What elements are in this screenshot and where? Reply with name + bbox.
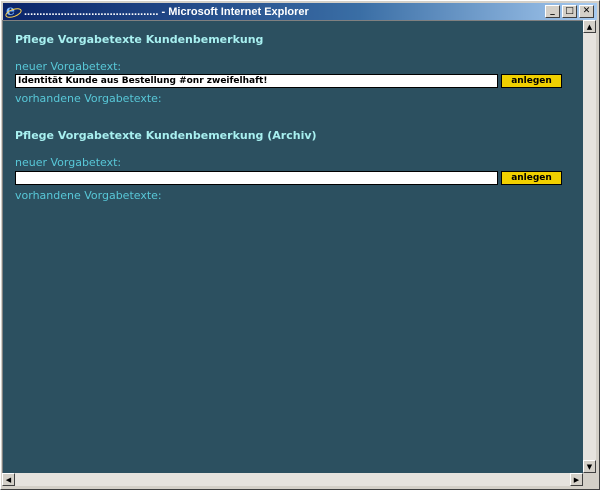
- archive-existing-texts-label: vorhandene Vorgabetexte:: [15, 189, 162, 202]
- create-button[interactable]: anlegen: [501, 74, 562, 88]
- archive-new-text-label: neuer Vorgabetext:: [15, 156, 122, 169]
- section-title-archive: Pflege Vorgabetexte Kundenbemerkung (Arc…: [15, 129, 317, 142]
- new-text-label: neuer Vorgabetext:: [15, 60, 122, 73]
- close-button[interactable]: ✕: [579, 5, 594, 18]
- vertical-scrollbar[interactable]: ▲ ▼: [583, 20, 596, 473]
- scroll-down-icon[interactable]: ▼: [583, 460, 596, 473]
- existing-texts-label: vorhandene Vorgabetexte:: [15, 92, 162, 105]
- maximize-button[interactable]: □: [562, 5, 577, 18]
- archive-new-text-input[interactable]: [15, 171, 498, 185]
- page-content: Pflege Vorgabetexte Kundenbemerkung neue…: [2, 20, 583, 473]
- scroll-up-icon[interactable]: ▲: [583, 20, 596, 33]
- ie-logo-icon: e: [4, 3, 23, 20]
- archive-create-button[interactable]: anlegen: [501, 171, 562, 185]
- window-title: ........................................…: [24, 5, 309, 18]
- section-title-current: Pflege Vorgabetexte Kundenbemerkung: [15, 33, 264, 46]
- window-controls: _ □ ✕: [545, 5, 594, 18]
- scroll-right-icon[interactable]: ▶: [570, 473, 583, 486]
- scrollbar-corner: [583, 473, 596, 486]
- new-text-input[interactable]: Identität Kunde aus Bestellung #onr zwei…: [15, 74, 498, 88]
- horizontal-scrollbar[interactable]: ◀ ▶: [2, 473, 583, 486]
- scroll-left-icon[interactable]: ◀: [2, 473, 15, 486]
- minimize-button[interactable]: _: [545, 5, 560, 18]
- title-bar[interactable]: e ......................................…: [3, 3, 597, 20]
